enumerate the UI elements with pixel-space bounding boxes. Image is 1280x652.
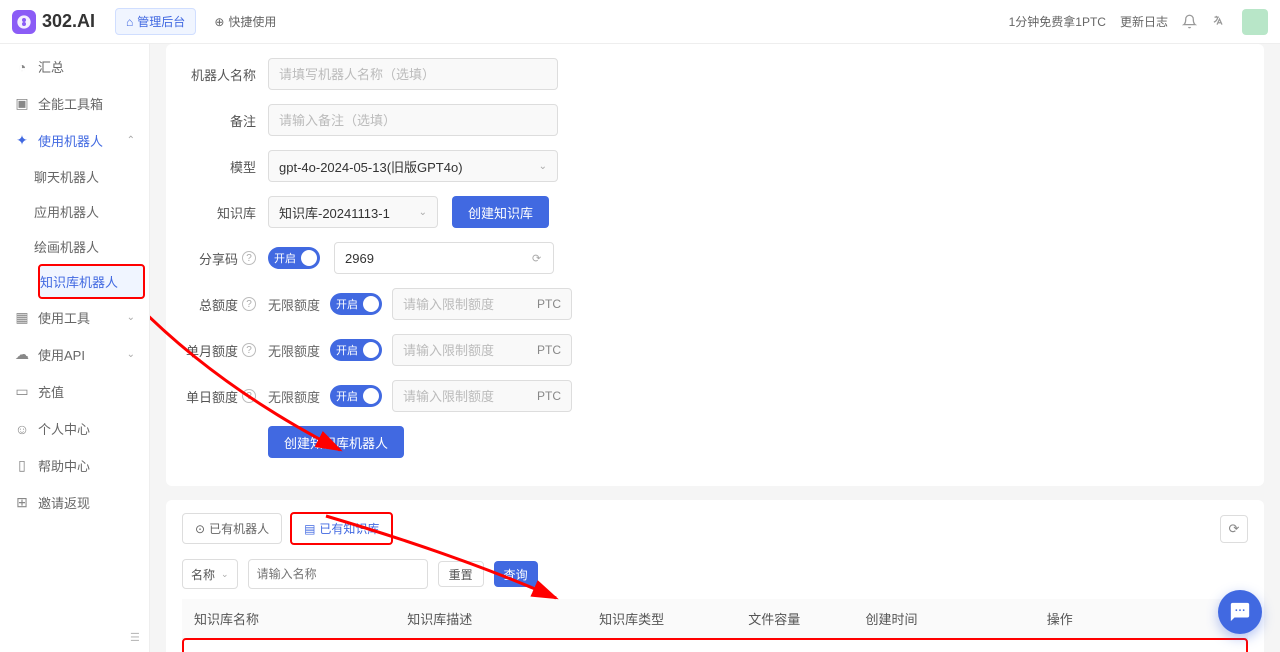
search-button[interactable]: 查询 [494,561,538,587]
sidebar-item-chatrobot[interactable]: 聊天机器人 [34,159,149,194]
th-type: 知识库类型 [587,599,736,639]
book-icon: ▤ [304,522,315,536]
refresh-icon[interactable]: ⟳ [532,252,541,265]
unlimited-text: 无限额度 [268,341,320,360]
chevron-down-icon: ⌄ [127,312,135,323]
chevron-down-icon: ⌄ [127,349,135,360]
model-select[interactable]: gpt-4o-2024-05-13(旧版GPT4o)⌄ [268,150,558,182]
help-icon[interactable]: ? [242,297,256,311]
table-row: 知识库-20241114-1◫ 知识库-20241114-1 传统RAG 1 2… [184,640,1246,652]
th-size: 文件容量 [736,599,853,639]
total-switch[interactable]: 开启 [330,293,382,315]
toolbox-icon: ▣ [14,96,30,112]
sidebar-item-recharge[interactable]: ▭充值 [0,373,149,410]
filter-field-select[interactable]: 名称⌄ [182,559,238,589]
th-desc: 知识库描述 [395,599,587,639]
label-total: 总额度? [186,295,256,314]
sidebar-item-summary[interactable]: ◔汇总 [0,48,149,85]
book-icon: ▯ [14,458,30,474]
header: 302.AI ⌂ 管理后台 ⊕ 快捷使用 1分钟免费拿1PTC 更新日志 [0,0,1280,44]
cloud-icon: ☁ [14,347,30,363]
avatar[interactable] [1242,9,1268,35]
th-op: 操作 [1035,599,1248,639]
label-day: 单日额度? [186,387,256,406]
create-robot-button[interactable]: 创建知识库机器人 [268,426,404,458]
sharecode-switch[interactable]: 开启 [268,247,320,269]
label-name: 机器人名称 [186,65,256,84]
th-name: 知识库名称 [182,599,395,639]
sidebar-item-toolbox[interactable]: ▣全能工具箱 [0,85,149,122]
translate-icon[interactable] [1212,14,1228,30]
refresh-button[interactable]: ⟳ [1220,515,1248,543]
grid-icon: ▦ [14,310,30,326]
tab-existing-robot[interactable]: ⊙已有机器人 [182,513,282,544]
logo-icon [12,10,36,34]
brand-text: 302.AI [42,11,95,32]
month-switch[interactable]: 开启 [330,339,382,361]
sidebar-item-robot[interactable]: ✦使用机器人⌃ [0,122,149,159]
bolt-icon: ⊕ [214,15,224,29]
sidebar-item-invite[interactable]: ⊞邀请返现 [0,484,149,521]
unlimited-text: 无限额度 [268,387,320,406]
day-switch[interactable]: 开启 [330,385,382,407]
collapse-icon[interactable]: ☰ [130,631,140,644]
label-month: 单月额度? [186,341,256,360]
sidebar-item-kbrobot[interactable]: 知识库机器人 [38,264,145,299]
sidebar-item-drawrobot[interactable]: 绘画机器人 [34,229,149,264]
changelog-link[interactable]: 更新日志 [1120,13,1168,30]
filter-name-input[interactable] [248,559,428,589]
form-card: 机器人名称 备注 模型 gpt-4o-2024-05-13(旧版GPT4o)⌄ … [166,44,1264,486]
robot-icon: ✦ [14,133,30,149]
chevron-down-icon: ⌄ [419,207,427,218]
reset-button[interactable]: 重置 [438,561,484,587]
sidebar-item-help[interactable]: ▯帮助中心 [0,447,149,484]
create-kb-button[interactable]: 创建知识库 [452,196,549,228]
promo-link[interactable]: 1分钟免费拿1PTC [1009,13,1106,30]
header-tab-quick[interactable]: ⊕ 快捷使用 [204,8,286,35]
help-icon[interactable]: ? [242,389,256,403]
card-icon: ▭ [14,384,30,400]
user-icon: ☺ [14,421,30,437]
label-model: 模型 [186,157,256,176]
note-input[interactable] [268,104,558,136]
tab-existing-kb[interactable]: ▤已有知识库 [290,512,393,545]
sharecode-input[interactable] [334,242,554,274]
th-time: 创建时间 [854,599,1035,639]
kb-select[interactable]: 知识库-20241113-1⌄ [268,196,438,228]
chat-icon [1229,601,1251,623]
kb-table: 知识库名称 知识库描述 知识库类型 文件容量 创建时间 操作 [182,599,1248,639]
label-sharecode: 分享码? [186,249,256,268]
chevron-down-icon: ⌄ [539,161,547,172]
gift-icon: ⊞ [14,495,30,511]
unlimited-text: 无限额度 [268,295,320,314]
main-content: 机器人名称 备注 模型 gpt-4o-2024-05-13(旧版GPT4o)⌄ … [150,44,1280,652]
chevron-up-icon: ⌃ [127,135,135,146]
sidebar-item-profile[interactable]: ☺个人中心 [0,410,149,447]
sidebar-item-approbot[interactable]: 应用机器人 [34,194,149,229]
name-input[interactable] [268,58,558,90]
sidebar: ◔汇总 ▣全能工具箱 ✦使用机器人⌃ 聊天机器人 应用机器人 绘画机器人 知识库… [0,44,150,652]
logo[interactable]: 302.AI [12,10,95,34]
sidebar-item-usetool[interactable]: ▦使用工具⌄ [0,299,149,336]
help-icon[interactable]: ? [242,343,256,357]
help-icon[interactable]: ? [242,251,256,265]
label-kb: 知识库 [186,203,256,222]
dashboard-icon: ◔ [14,59,30,75]
home-icon: ⌂ [126,15,133,29]
sidebar-item-useapi[interactable]: ☁使用API⌄ [0,336,149,373]
label-note: 备注 [186,111,256,130]
bell-icon[interactable] [1182,14,1198,30]
robot-icon: ⊙ [195,522,205,536]
chat-float-button[interactable] [1218,590,1262,634]
header-tab-admin[interactable]: ⌂ 管理后台 [115,8,196,35]
list-card: ⊙已有机器人 ▤已有知识库 ⟳ 名称⌄ 重置 查询 知识库名称 知识库描述 知识… [166,500,1264,652]
